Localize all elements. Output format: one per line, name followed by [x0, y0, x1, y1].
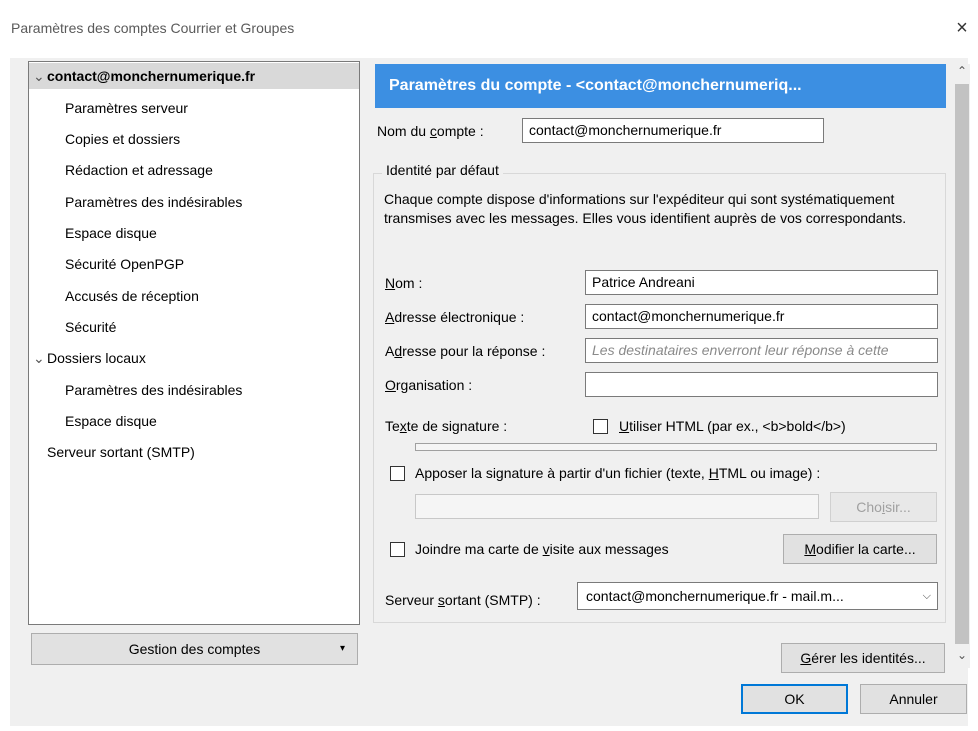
- account-name-label: Nom du compte :: [377, 123, 484, 139]
- signature-textarea[interactable]: [415, 443, 937, 451]
- scroll-up-icon[interactable]: ⌃: [954, 64, 970, 78]
- identity-description: Chaque compte dispose d'informations sur…: [384, 191, 907, 226]
- chevron-down-icon: ⌵: [922, 590, 931, 602]
- ok-button[interactable]: OK: [741, 684, 848, 714]
- reply-to-label: Adresse pour la réponse :: [385, 343, 546, 359]
- tree-item-account[interactable]: ⌄ contact@monchernumerique.fr: [29, 63, 359, 89]
- tree-item-openpgp[interactable]: Sécurité OpenPGP: [29, 251, 359, 277]
- close-icon: ×: [956, 17, 968, 39]
- attach-signature-checkbox[interactable]: [390, 466, 405, 481]
- chevron-down-icon[interactable]: ⌄: [33, 63, 47, 89]
- attach-signature-label[interactable]: Apposer la signature à partir d'un fichi…: [415, 465, 820, 481]
- use-html-checkbox[interactable]: [593, 419, 608, 434]
- tree-item-composition[interactable]: Rédaction et adressage: [29, 157, 359, 183]
- attach-vcard-checkbox[interactable]: [390, 542, 405, 557]
- tree-item-local-disk[interactable]: Espace disque: [29, 408, 359, 434]
- tree-item-local-junk[interactable]: Paramètres des indésirables: [29, 377, 359, 403]
- attach-vcard-label[interactable]: Joindre ma carte de visite aux messages: [415, 541, 669, 557]
- tree-item-local-folders[interactable]: ⌄ Dossiers locaux: [29, 345, 359, 371]
- signature-label: Texte de signature :: [385, 418, 508, 434]
- tree-item-copies-folders[interactable]: Copies et dossiers: [29, 126, 359, 152]
- account-tree[interactable]: ⌄ contact@monchernumerique.fr Paramètres …: [28, 61, 360, 625]
- account-name-input[interactable]: contact@monchernumerique.fr: [522, 118, 824, 143]
- window-title: Paramètres des comptes Courrier et Group…: [11, 20, 295, 36]
- signature-file-input[interactable]: [415, 494, 819, 519]
- panel-header: Paramètres du compte - <contact@monchern…: [375, 64, 946, 108]
- name-label: Nom :: [385, 275, 423, 291]
- organization-input[interactable]: [585, 372, 938, 397]
- manage-identities-button[interactable]: Gérer les identités...: [781, 643, 945, 673]
- tree-item-server-settings[interactable]: Paramètres serveur: [29, 95, 359, 121]
- organization-label: Organisation :: [385, 377, 473, 393]
- scrollbar-thumb[interactable]: [955, 84, 969, 644]
- dropdown-caret-icon: ▾: [339, 643, 345, 654]
- email-label: Adresse électronique :: [385, 309, 525, 325]
- email-input[interactable]: contact@monchernumerique.fr: [585, 304, 938, 329]
- choose-file-button[interactable]: Choisir...: [830, 492, 937, 522]
- identity-group-title: Identité par défaut: [382, 162, 503, 178]
- account-actions-button[interactable]: Gestion des comptes ▾: [31, 633, 358, 665]
- smtp-label: Serveur sortant (SMTP) :: [385, 592, 541, 608]
- chevron-down-icon[interactable]: ⌄: [33, 345, 47, 371]
- cancel-button[interactable]: Annuler: [860, 684, 967, 714]
- tree-item-receipts[interactable]: Accusés de réception: [29, 283, 359, 309]
- use-html-label[interactable]: Utiliser HTML (par ex., <b>bold</b>): [619, 418, 846, 434]
- tree-item-disk-space[interactable]: Espace disque: [29, 220, 359, 246]
- tree-item-security[interactable]: Sécurité: [29, 314, 359, 340]
- scroll-down-icon[interactable]: ⌄: [954, 648, 970, 662]
- edit-card-button[interactable]: Modifier la carte...: [783, 534, 937, 564]
- name-input[interactable]: Patrice Andreani: [585, 270, 938, 295]
- smtp-select[interactable]: contact@monchernumerique.fr - mail.m... …: [577, 582, 938, 610]
- close-button[interactable]: ×: [950, 14, 974, 42]
- tree-item-smtp[interactable]: Serveur sortant (SMTP): [29, 439, 359, 465]
- tree-item-junk-settings[interactable]: Paramètres des indésirables: [29, 189, 359, 215]
- reply-to-input[interactable]: Les destinataires enverront leur réponse…: [585, 338, 938, 363]
